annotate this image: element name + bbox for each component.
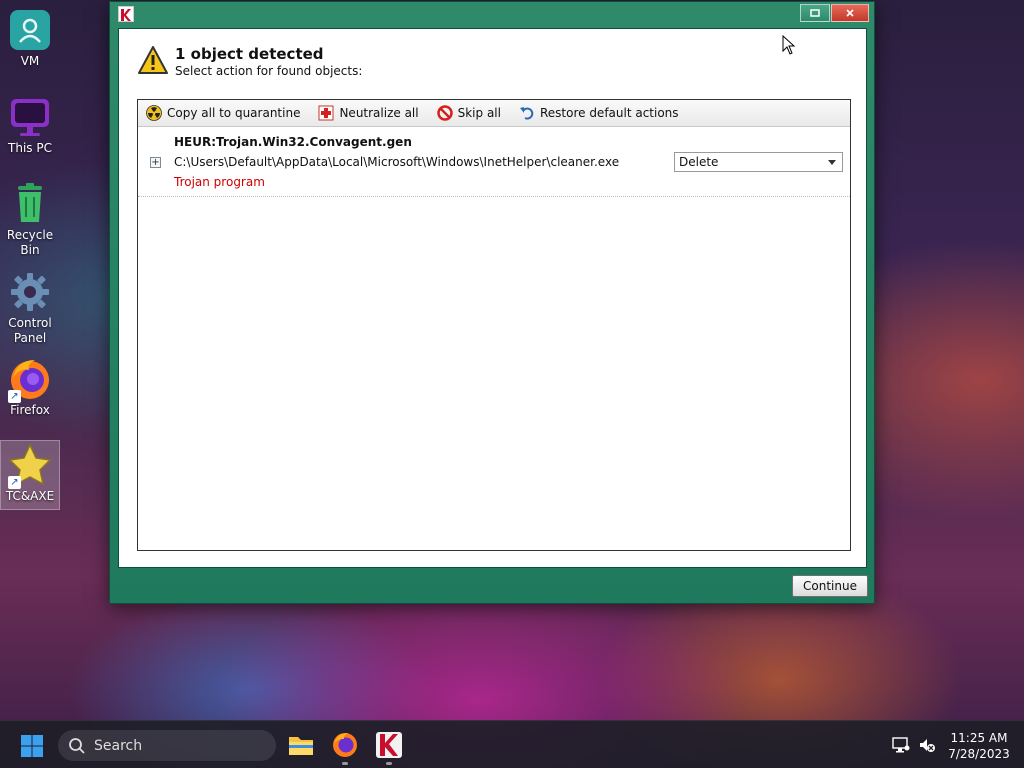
action-dropdown[interactable]: Delete <box>674 152 843 172</box>
neutralize-all-label: Neutralize all <box>339 106 419 120</box>
restore-default-actions-label: Restore default actions <box>539 106 679 120</box>
windows-logo-icon <box>21 735 43 757</box>
shortcut-arrow-icon: ↗ <box>8 390 21 403</box>
gear-icon <box>6 268 54 316</box>
running-indicator <box>342 762 348 765</box>
threat-file-path: C:\Users\Default\AppData\Local\Microsoft… <box>174 155 620 169</box>
no-entry-icon <box>436 105 453 121</box>
action-dropdown-value: Delete <box>679 155 719 169</box>
desktop-icon-label: VM <box>20 54 40 68</box>
undo-arrow-icon <box>519 105 535 121</box>
recycle-bin-icon <box>6 180 54 228</box>
desktop-icon-this-pc[interactable]: This PC <box>0 93 60 163</box>
volume-muted-icon[interactable] <box>918 736 936 754</box>
threat-type: Trojan program <box>174 175 265 189</box>
taskbar-firefox[interactable] <box>331 731 359 765</box>
kaspersky-detection-window: 1 object detected Select action for foun… <box>109 1 875 604</box>
desktop-icon-control-panel[interactable]: Control Panel <box>0 268 60 352</box>
taskbar-kaspersky[interactable] <box>375 731 403 765</box>
restore-button[interactable] <box>800 4 830 22</box>
folder-icon <box>289 737 313 755</box>
restore-icon <box>810 9 820 17</box>
taskbar: Search 11:25 AM 7/28/2023 <box>0 720 1024 768</box>
clock-time: 11:25 AM <box>950 731 1008 745</box>
kaspersky-logo-icon <box>376 732 402 758</box>
objects-panel: Copy all to quarantine Neutralize all Sk… <box>137 99 851 551</box>
desktop-icon-vm[interactable]: VM <box>0 6 60 76</box>
desktop-icon-label: TC&AXE <box>5 489 55 503</box>
desktop-icon-firefox[interactable]: ↗ Firefox <box>0 355 60 425</box>
clock-date: 7/28/2023 <box>948 747 1010 761</box>
start-button[interactable] <box>20 734 44 758</box>
desktop-icon-label: This PC <box>8 141 52 155</box>
warning-icon <box>137 45 169 77</box>
neutralize-all-button[interactable]: Neutralize all <box>318 105 419 121</box>
desktop-icon-tc-axe[interactable]: ↗ TC&AXE <box>0 440 60 510</box>
firefox-icon: ↗ <box>6 355 54 403</box>
close-icon <box>846 9 854 17</box>
detection-subheading: Select action for found objects: <box>175 64 363 78</box>
expand-icon[interactable]: + <box>150 157 161 168</box>
copy-all-quarantine-button[interactable]: Copy all to quarantine <box>146 105 300 121</box>
detected-object-row[interactable]: + HEUR:Trojan.Win32.Convagent.gen C:\Use… <box>138 127 850 197</box>
threat-name: HEUR:Trojan.Win32.Convagent.gen <box>174 135 412 149</box>
taskbar-search-box[interactable]: Search <box>58 730 276 761</box>
running-indicator <box>386 762 392 765</box>
vm-icon <box>6 6 54 54</box>
taskbar-file-explorer[interactable] <box>287 731 315 759</box>
search-icon <box>69 737 85 754</box>
continue-button[interactable]: Continue <box>792 575 868 597</box>
desktop-icon-label: Recycle Bin <box>6 228 54 257</box>
skip-all-button[interactable]: Skip all <box>436 105 501 121</box>
chevron-down-icon <box>828 160 836 165</box>
star-icon: ↗ <box>6 441 54 489</box>
radiation-icon <box>146 105 162 121</box>
shortcut-arrow-icon: ↗ <box>8 476 21 489</box>
medical-cross-icon <box>318 105 334 121</box>
kaspersky-logo-icon <box>118 6 134 22</box>
search-placeholder: Search <box>94 737 143 754</box>
desktop-icon-label: Control Panel <box>8 316 52 345</box>
firefox-icon <box>333 733 357 757</box>
detection-heading: 1 object detected <box>175 45 324 63</box>
desktop-icon-label: Firefox <box>10 403 50 417</box>
actions-toolbar: Copy all to quarantine Neutralize all Sk… <box>138 100 850 127</box>
detection-content: 1 object detected Select action for foun… <box>118 28 867 568</box>
computer-icon <box>6 93 54 141</box>
network-icon[interactable] <box>892 736 910 754</box>
restore-default-actions-button[interactable]: Restore default actions <box>519 105 679 121</box>
close-button[interactable] <box>831 4 869 22</box>
system-clock[interactable]: 11:25 AM 7/28/2023 <box>940 730 1018 762</box>
skip-all-label: Skip all <box>457 106 501 120</box>
desktop-icon-recycle-bin[interactable]: Recycle Bin <box>0 180 60 264</box>
copy-all-quarantine-label: Copy all to quarantine <box>167 106 301 120</box>
mouse-cursor-icon <box>782 34 796 59</box>
